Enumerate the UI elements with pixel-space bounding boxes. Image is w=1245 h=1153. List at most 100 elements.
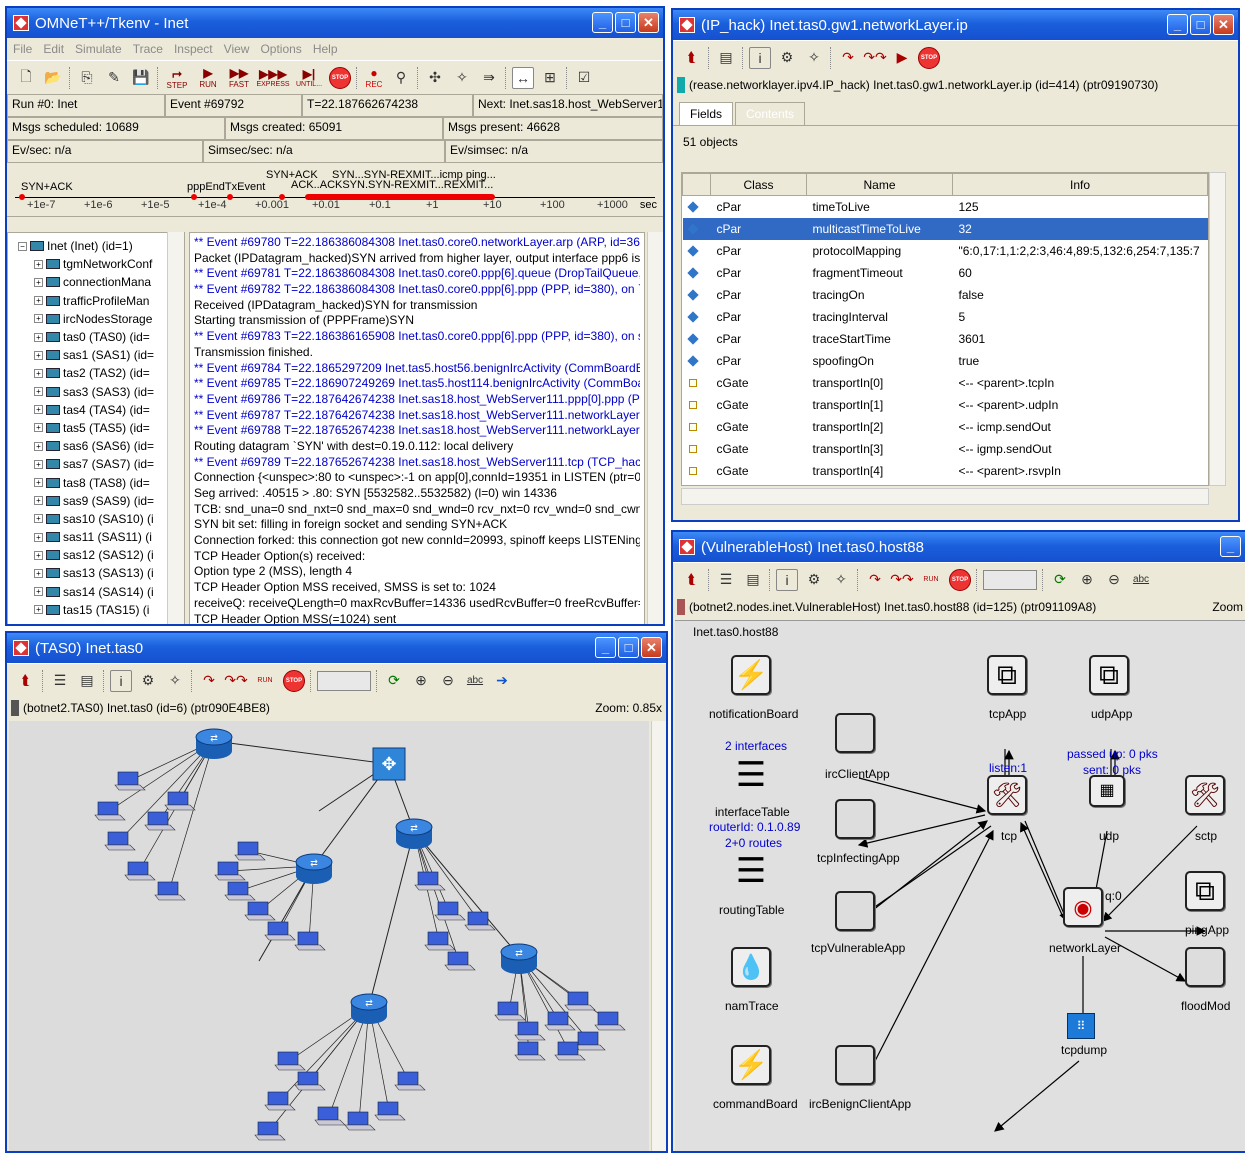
laptop-icon[interactable] bbox=[294, 1071, 326, 1091]
minimize-button[interactable]: _ bbox=[1220, 536, 1241, 557]
minimize-button[interactable]: _ bbox=[592, 12, 613, 33]
laptop-icon[interactable] bbox=[274, 1051, 306, 1071]
stop-button[interactable]: STOP bbox=[918, 46, 940, 69]
parent-up-icon[interactable]: ⮬ bbox=[681, 569, 703, 591]
field-row[interactable]: cGate transportIn[2] <-- icmp.sendOut bbox=[683, 416, 1208, 438]
tcpapp-module[interactable]: ⧉ bbox=[987, 655, 1027, 695]
expand-icon[interactable]: + bbox=[34, 423, 43, 433]
step-icon[interactable]: ↷ bbox=[837, 47, 859, 69]
pingapp-module[interactable]: ⧉ bbox=[1185, 871, 1225, 911]
objects-icon[interactable]: ⚙ bbox=[137, 670, 159, 692]
run-icon[interactable]: ▶ bbox=[891, 47, 913, 69]
expand-icon[interactable]: + bbox=[34, 496, 43, 506]
main-title-bar[interactable]: OMNeT++/Tkenv - Inet _ □ ✕ bbox=[7, 8, 663, 38]
stop-button[interactable]: STOP bbox=[329, 66, 351, 89]
inspect-icon[interactable]: ✧ bbox=[803, 47, 825, 69]
laptop-icon[interactable] bbox=[344, 1111, 376, 1131]
expand-icon[interactable]: + bbox=[34, 387, 43, 397]
relayout-icon[interactable]: ⟳ bbox=[1049, 569, 1071, 591]
expand-icon[interactable]: + bbox=[34, 332, 43, 342]
tree-scrollbar[interactable] bbox=[167, 232, 184, 624]
field-row[interactable]: cPar protocolMapping "6:0,17:1,1:2,2:3,46:… bbox=[683, 240, 1208, 262]
menu-item-inspect[interactable]: Inspect bbox=[174, 42, 213, 56]
maximize-button[interactable]: □ bbox=[618, 637, 639, 658]
split-icon[interactable]: ⊞ bbox=[539, 67, 561, 89]
ircclientapp-module[interactable] bbox=[835, 713, 875, 753]
col-info[interactable]: Info bbox=[952, 173, 1208, 196]
menu-item-edit[interactable]: Edit bbox=[43, 42, 64, 56]
laptop-icon[interactable] bbox=[164, 791, 196, 811]
tree-item[interactable]: + sas9 (SAS9) (id= bbox=[34, 492, 184, 510]
menu-item-simulate[interactable]: Simulate bbox=[75, 42, 122, 56]
tree-item[interactable]: + connectionMana bbox=[34, 273, 184, 291]
object-tree[interactable]: − Inet (Inet) (id=1) + tgmNetworkConf + conne… bbox=[7, 232, 185, 624]
namtrace-module[interactable]: 💧 bbox=[731, 947, 771, 987]
expand-icon[interactable]: + bbox=[34, 587, 43, 597]
record-button[interactable]: ● REC bbox=[363, 66, 385, 89]
tas0-title-bar[interactable]: (TAS0) Inet.tas0 _ □ ✕ bbox=[7, 633, 666, 663]
tree-item[interactable]: + tas4 (TAS4) (id= bbox=[34, 401, 184, 419]
speed-field[interactable] bbox=[317, 670, 371, 691]
save-icon[interactable]: 💾 bbox=[130, 67, 152, 89]
field-row[interactable]: cGate transportIn[3] <-- igmp.sendOut bbox=[683, 438, 1208, 460]
laptop-icon[interactable] bbox=[434, 901, 466, 921]
step-over-icon[interactable]: ↷↷ bbox=[890, 569, 913, 591]
relayout-icon[interactable]: ⟳ bbox=[383, 670, 405, 692]
routingtable-module[interactable]: ☰ bbox=[731, 851, 771, 891]
tree-item[interactable]: + sas1 (SAS1) (id= bbox=[34, 346, 184, 364]
field-row[interactable]: cGate transportIn[1] <-- <parent>.udpIn bbox=[683, 394, 1208, 416]
expand-icon[interactable]: + bbox=[34, 368, 43, 378]
find-icon[interactable]: ⚲ bbox=[390, 67, 412, 89]
tab-fields[interactable]: Fields bbox=[679, 102, 734, 125]
expand-icon[interactable]: + bbox=[34, 350, 43, 360]
collapse-icon[interactable]: − bbox=[18, 241, 27, 251]
tree-item[interactable]: + tgmNetworkConf bbox=[34, 255, 184, 273]
event-log[interactable]: ** Event #69780 T=22.186386084308 Inet.t… bbox=[189, 232, 645, 624]
menu-item-help[interactable]: Help bbox=[313, 42, 338, 56]
laptop-icon[interactable] bbox=[214, 861, 246, 881]
laptop-icon[interactable] bbox=[294, 931, 326, 951]
field-row[interactable]: cGatetransportIn[5]<-- <parent>.ospfIn bbox=[683, 482, 1208, 486]
network-icon[interactable]: ✣ bbox=[424, 67, 446, 89]
tree-item[interactable]: + sas13 (SAS13) (i bbox=[34, 564, 184, 582]
tab-contents[interactable]: Contents bbox=[735, 102, 806, 125]
tree-item[interactable]: − Inet (Inet) (id=1) bbox=[18, 237, 184, 255]
express-button[interactable]: ▶▶▶ EXPRESS bbox=[256, 67, 289, 89]
run-button[interactable]: ▶ RUN bbox=[195, 66, 221, 89]
run-button[interactable]: RUN bbox=[918, 569, 944, 591]
expand-icon[interactable]: + bbox=[34, 459, 43, 469]
filter-icon[interactable]: ⇛ bbox=[478, 67, 500, 89]
tree-item[interactable]: + tas8 (TAS8) (id= bbox=[34, 473, 184, 491]
host-canvas[interactable]: Inet.tas0.host88 ⚡ notificationBoard 2 i… bbox=[675, 620, 1245, 1151]
field-row[interactable]: cGate transportIn[0] <-- <parent>.tcpIn bbox=[683, 372, 1208, 394]
labels-toggle[interactable]: abc bbox=[464, 670, 486, 692]
menu-item-view[interactable]: View bbox=[224, 42, 250, 56]
tree-item[interactable]: + tas15 (TAS15) (i bbox=[34, 601, 184, 619]
laptop-icon[interactable] bbox=[414, 871, 446, 891]
laptop-icon[interactable] bbox=[94, 801, 126, 821]
laptop-icon[interactable] bbox=[234, 841, 266, 861]
networklayer-module[interactable]: ◉ bbox=[1063, 887, 1103, 927]
field-row[interactable]: cPar fragmentTimeout 60 bbox=[683, 262, 1208, 284]
tas0-canvas[interactable]: ⇄ ⇄ ⇄ ⇄ ⇄ ✥ bbox=[9, 721, 649, 1151]
zoom-out-icon[interactable]: ⊖ bbox=[1103, 569, 1125, 591]
router-icon[interactable]: ⇄ bbox=[395, 818, 433, 849]
list-icon[interactable]: ☰ bbox=[715, 569, 737, 591]
laptop-icon[interactable] bbox=[244, 901, 276, 921]
field-row[interactable]: cPar tracingInterval 5 bbox=[683, 306, 1208, 328]
timeline-toggle-icon[interactable]: ↔ bbox=[512, 66, 534, 89]
tree-item[interactable]: + sas10 (SAS10) (i bbox=[34, 510, 184, 528]
load-network-icon[interactable]: 📂 bbox=[42, 67, 64, 89]
menu-item-options[interactable]: Options bbox=[260, 42, 301, 56]
tcpdump-module[interactable]: ⠿ bbox=[1067, 1013, 1095, 1039]
run-button[interactable]: RUN bbox=[252, 670, 278, 692]
stop-button[interactable]: STOP bbox=[283, 669, 305, 692]
ircbenignclientapp-module[interactable] bbox=[835, 1045, 875, 1085]
tcp-module[interactable]: 🛠 bbox=[987, 775, 1027, 815]
laptop-icon[interactable] bbox=[254, 1121, 286, 1141]
laptop-icon[interactable] bbox=[264, 1091, 296, 1111]
expand-icon[interactable]: + bbox=[34, 296, 43, 306]
laptop-icon[interactable] bbox=[494, 1001, 526, 1021]
tree-item[interactable]: + tas5 (TAS5) (id= bbox=[34, 419, 184, 437]
field-row[interactable]: cPar timeToLive 125 bbox=[683, 196, 1208, 218]
